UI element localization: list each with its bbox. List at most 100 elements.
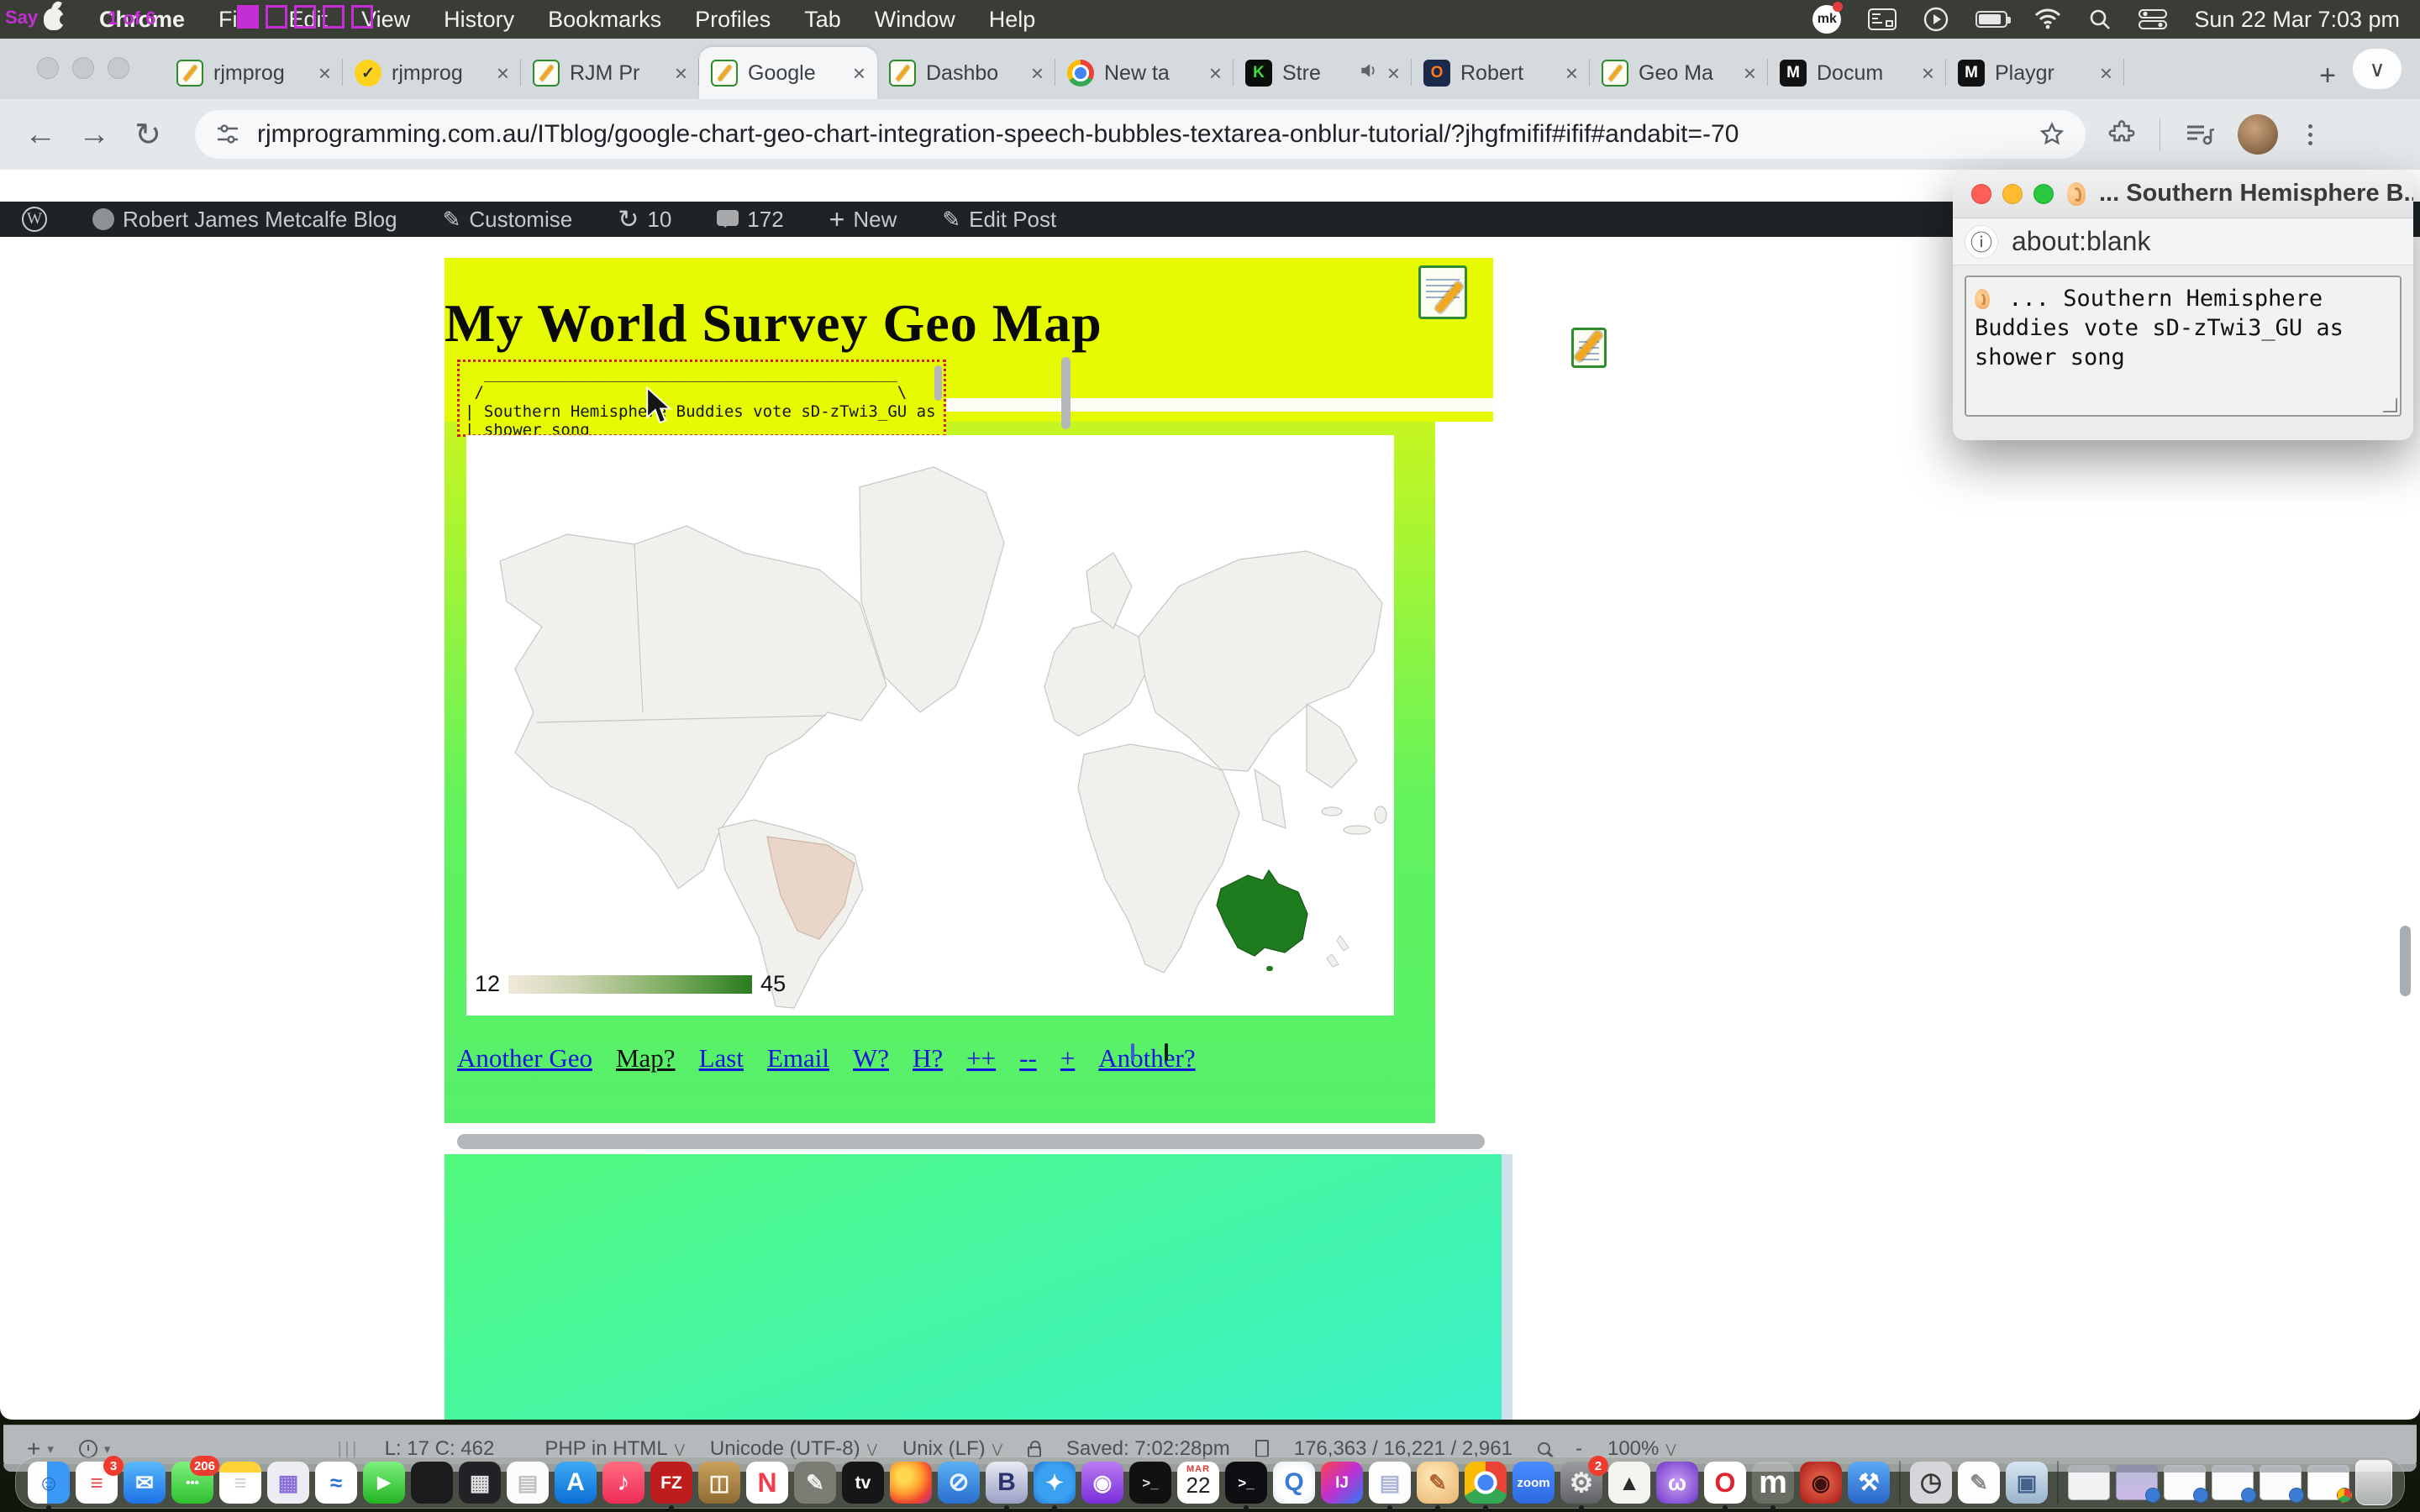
zoom[interactable]: zoom	[1512, 1462, 1555, 1504]
popup-url[interactable]: about:blank	[2012, 226, 2150, 257]
trash[interactable]	[2355, 1460, 2392, 1505]
url-text[interactable]: rjmprogramming.com.au/ITblog/google-char…	[257, 120, 2022, 149]
link-map[interactable]: Map?	[616, 1043, 676, 1074]
tab-close-icon[interactable]: ×	[318, 60, 331, 87]
page-scrollbar-thumb[interactable]	[2400, 926, 2411, 996]
email-mini-icon[interactable]	[1131, 1043, 1134, 1061]
iframe-scrollbar[interactable]	[1061, 357, 1071, 429]
menu-profiles[interactable]: Profiles	[695, 7, 771, 33]
tab-rjmprog-2[interactable]: ✓ rjmprog ×	[343, 47, 521, 99]
tab-close-icon[interactable]: ×	[1031, 60, 1044, 87]
tab-close-icon[interactable]: ×	[675, 60, 687, 87]
notes-pencil[interactable]: ✎	[1958, 1462, 2000, 1504]
wave-app[interactable]: ≈	[315, 1462, 357, 1504]
launchpad[interactable]: ▦	[267, 1462, 309, 1504]
popup-minimize-button[interactable]	[2002, 184, 2023, 204]
admin-updates[interactable]: ↻10	[618, 205, 671, 234]
calendar[interactable]: MAR 22	[1177, 1462, 1219, 1504]
news[interactable]: N	[746, 1462, 788, 1504]
dock-separator-2[interactable]	[2057, 1461, 2059, 1504]
magnifier-icon[interactable]	[1538, 1442, 1550, 1455]
minimize-window-button[interactable]	[72, 57, 94, 79]
podcasts[interactable]: ◉	[1081, 1462, 1123, 1504]
link-another-geo[interactable]: Another Geo	[457, 1043, 592, 1074]
quicktime[interactable]: Q	[1273, 1462, 1315, 1504]
writer-doc[interactable]: ▤	[1369, 1462, 1411, 1504]
wifi-icon[interactable]	[2034, 8, 2061, 30]
textarea-scrollbar-thumb[interactable]	[934, 365, 942, 401]
tab-close-icon[interactable]: ×	[1565, 60, 1578, 87]
link-last[interactable]: Last	[699, 1043, 744, 1074]
popup-titlebar[interactable]: ... Southern Hemisphere B...	[1953, 170, 2413, 218]
tab-close-icon[interactable]: ×	[1744, 60, 1756, 87]
menu-tab[interactable]: Tab	[804, 7, 841, 33]
intellij[interactable]: IJ	[1321, 1462, 1363, 1504]
menu-history[interactable]: History	[444, 7, 514, 33]
chrome-menu-icon[interactable]	[2302, 124, 2319, 145]
tab-robert[interactable]: O Robert ×	[1412, 47, 1590, 99]
screenshot-app[interactable]: ▣	[2006, 1462, 2048, 1504]
link-plusplus[interactable]: ++	[966, 1043, 996, 1074]
input-menu-icon[interactable]	[1868, 8, 1897, 30]
contacts[interactable]: ◫	[698, 1462, 740, 1504]
terminal[interactable]: >_	[1129, 1462, 1171, 1504]
lower-panel-scrollbar[interactable]	[1502, 1154, 1512, 1420]
notes[interactable]: ≡	[219, 1462, 261, 1504]
min-window-purple[interactable]	[2116, 1465, 2158, 1500]
tab-close-icon[interactable]: ×	[497, 60, 509, 87]
link-w[interactable]: W?	[853, 1043, 889, 1074]
battery-icon[interactable]	[1975, 11, 2007, 28]
link-h[interactable]: H?	[913, 1043, 943, 1074]
geo-chart-map[interactable]: 12 45	[466, 435, 1394, 1016]
music[interactable]: ♪	[602, 1462, 644, 1504]
safari[interactable]: ✦	[1034, 1462, 1076, 1504]
menu-clock[interactable]: Sun 22 Mar 7:03 pm	[2194, 7, 2400, 33]
tab-search-button[interactable]: ∨	[2353, 49, 2402, 89]
zoom-window-button[interactable]	[108, 57, 129, 79]
link-another[interactable]: Another?	[1098, 1043, 1195, 1074]
min-window-sheet-2[interactable]	[2212, 1465, 2254, 1500]
opera[interactable]: O	[1704, 1462, 1746, 1504]
site-settings-icon[interactable]	[215, 122, 240, 147]
admin-edit-post[interactable]: ✎Edit Post	[942, 207, 1056, 233]
link-minusminus[interactable]: --	[1019, 1043, 1037, 1074]
finder[interactable]: ☺	[28, 1462, 70, 1504]
tab-close-icon[interactable]: ×	[1387, 60, 1400, 87]
admin-new[interactable]: +New	[829, 204, 897, 235]
popup-textarea[interactable]: ... Southern Hemisphere Buddies vote sD-…	[1965, 276, 2402, 417]
bookmark-star-icon[interactable]	[2039, 121, 2065, 148]
tab-close-icon[interactable]: ×	[853, 60, 865, 87]
forward-button[interactable]: →	[67, 117, 121, 153]
popup-address-bar[interactable]: ⓘ about:blank	[1953, 218, 2413, 265]
statusbar-recent-button[interactable]: ▾	[79, 1440, 111, 1458]
inkscape[interactable]: ▲	[1608, 1462, 1650, 1504]
min-window-sheet-1[interactable]	[2164, 1465, 2206, 1500]
keyboard-maestro-icon[interactable]: mk	[1812, 5, 1841, 34]
play-status-icon[interactable]	[1923, 7, 1949, 32]
dial-app[interactable]: ◉	[1800, 1462, 1842, 1504]
firefox[interactable]	[890, 1462, 932, 1504]
admin-comments[interactable]: 172	[717, 207, 783, 233]
reload-button[interactable]: ↻	[121, 116, 175, 154]
horizontal-scrollbar[interactable]	[457, 1134, 1485, 1149]
admin-customise[interactable]: ✎Customise	[443, 207, 573, 233]
tab-new-tab[interactable]: New ta ×	[1055, 47, 1234, 99]
window-traffic-lights[interactable]	[37, 57, 129, 79]
chrome[interactable]	[1465, 1462, 1507, 1504]
omnibox[interactable]: rjmprogramming.com.au/ITblog/google-char…	[195, 110, 2086, 159]
info-icon[interactable]: ⓘ	[1965, 225, 1998, 259]
popup-zoom-button[interactable]	[2033, 184, 2054, 204]
bbedit[interactable]: B	[986, 1462, 1028, 1504]
tab-google[interactable]: Google ×	[699, 47, 877, 99]
calculator[interactable]: ▦	[459, 1462, 501, 1504]
computer-mini-icon[interactable]	[1165, 1043, 1168, 1061]
min-window-doc[interactable]	[2068, 1465, 2110, 1500]
tab-docum[interactable]: M Docum ×	[1768, 47, 1946, 99]
apple-menu-icon[interactable]	[44, 8, 64, 30]
hammer-app[interactable]: ⚒	[1848, 1462, 1890, 1504]
dark-utility[interactable]	[411, 1462, 453, 1504]
link-email[interactable]: Email	[767, 1043, 829, 1074]
profile-avatar[interactable]	[2238, 114, 2278, 155]
new-tab-button[interactable]: +	[2309, 57, 2346, 94]
notepad-icon-large[interactable]	[1418, 265, 1467, 319]
